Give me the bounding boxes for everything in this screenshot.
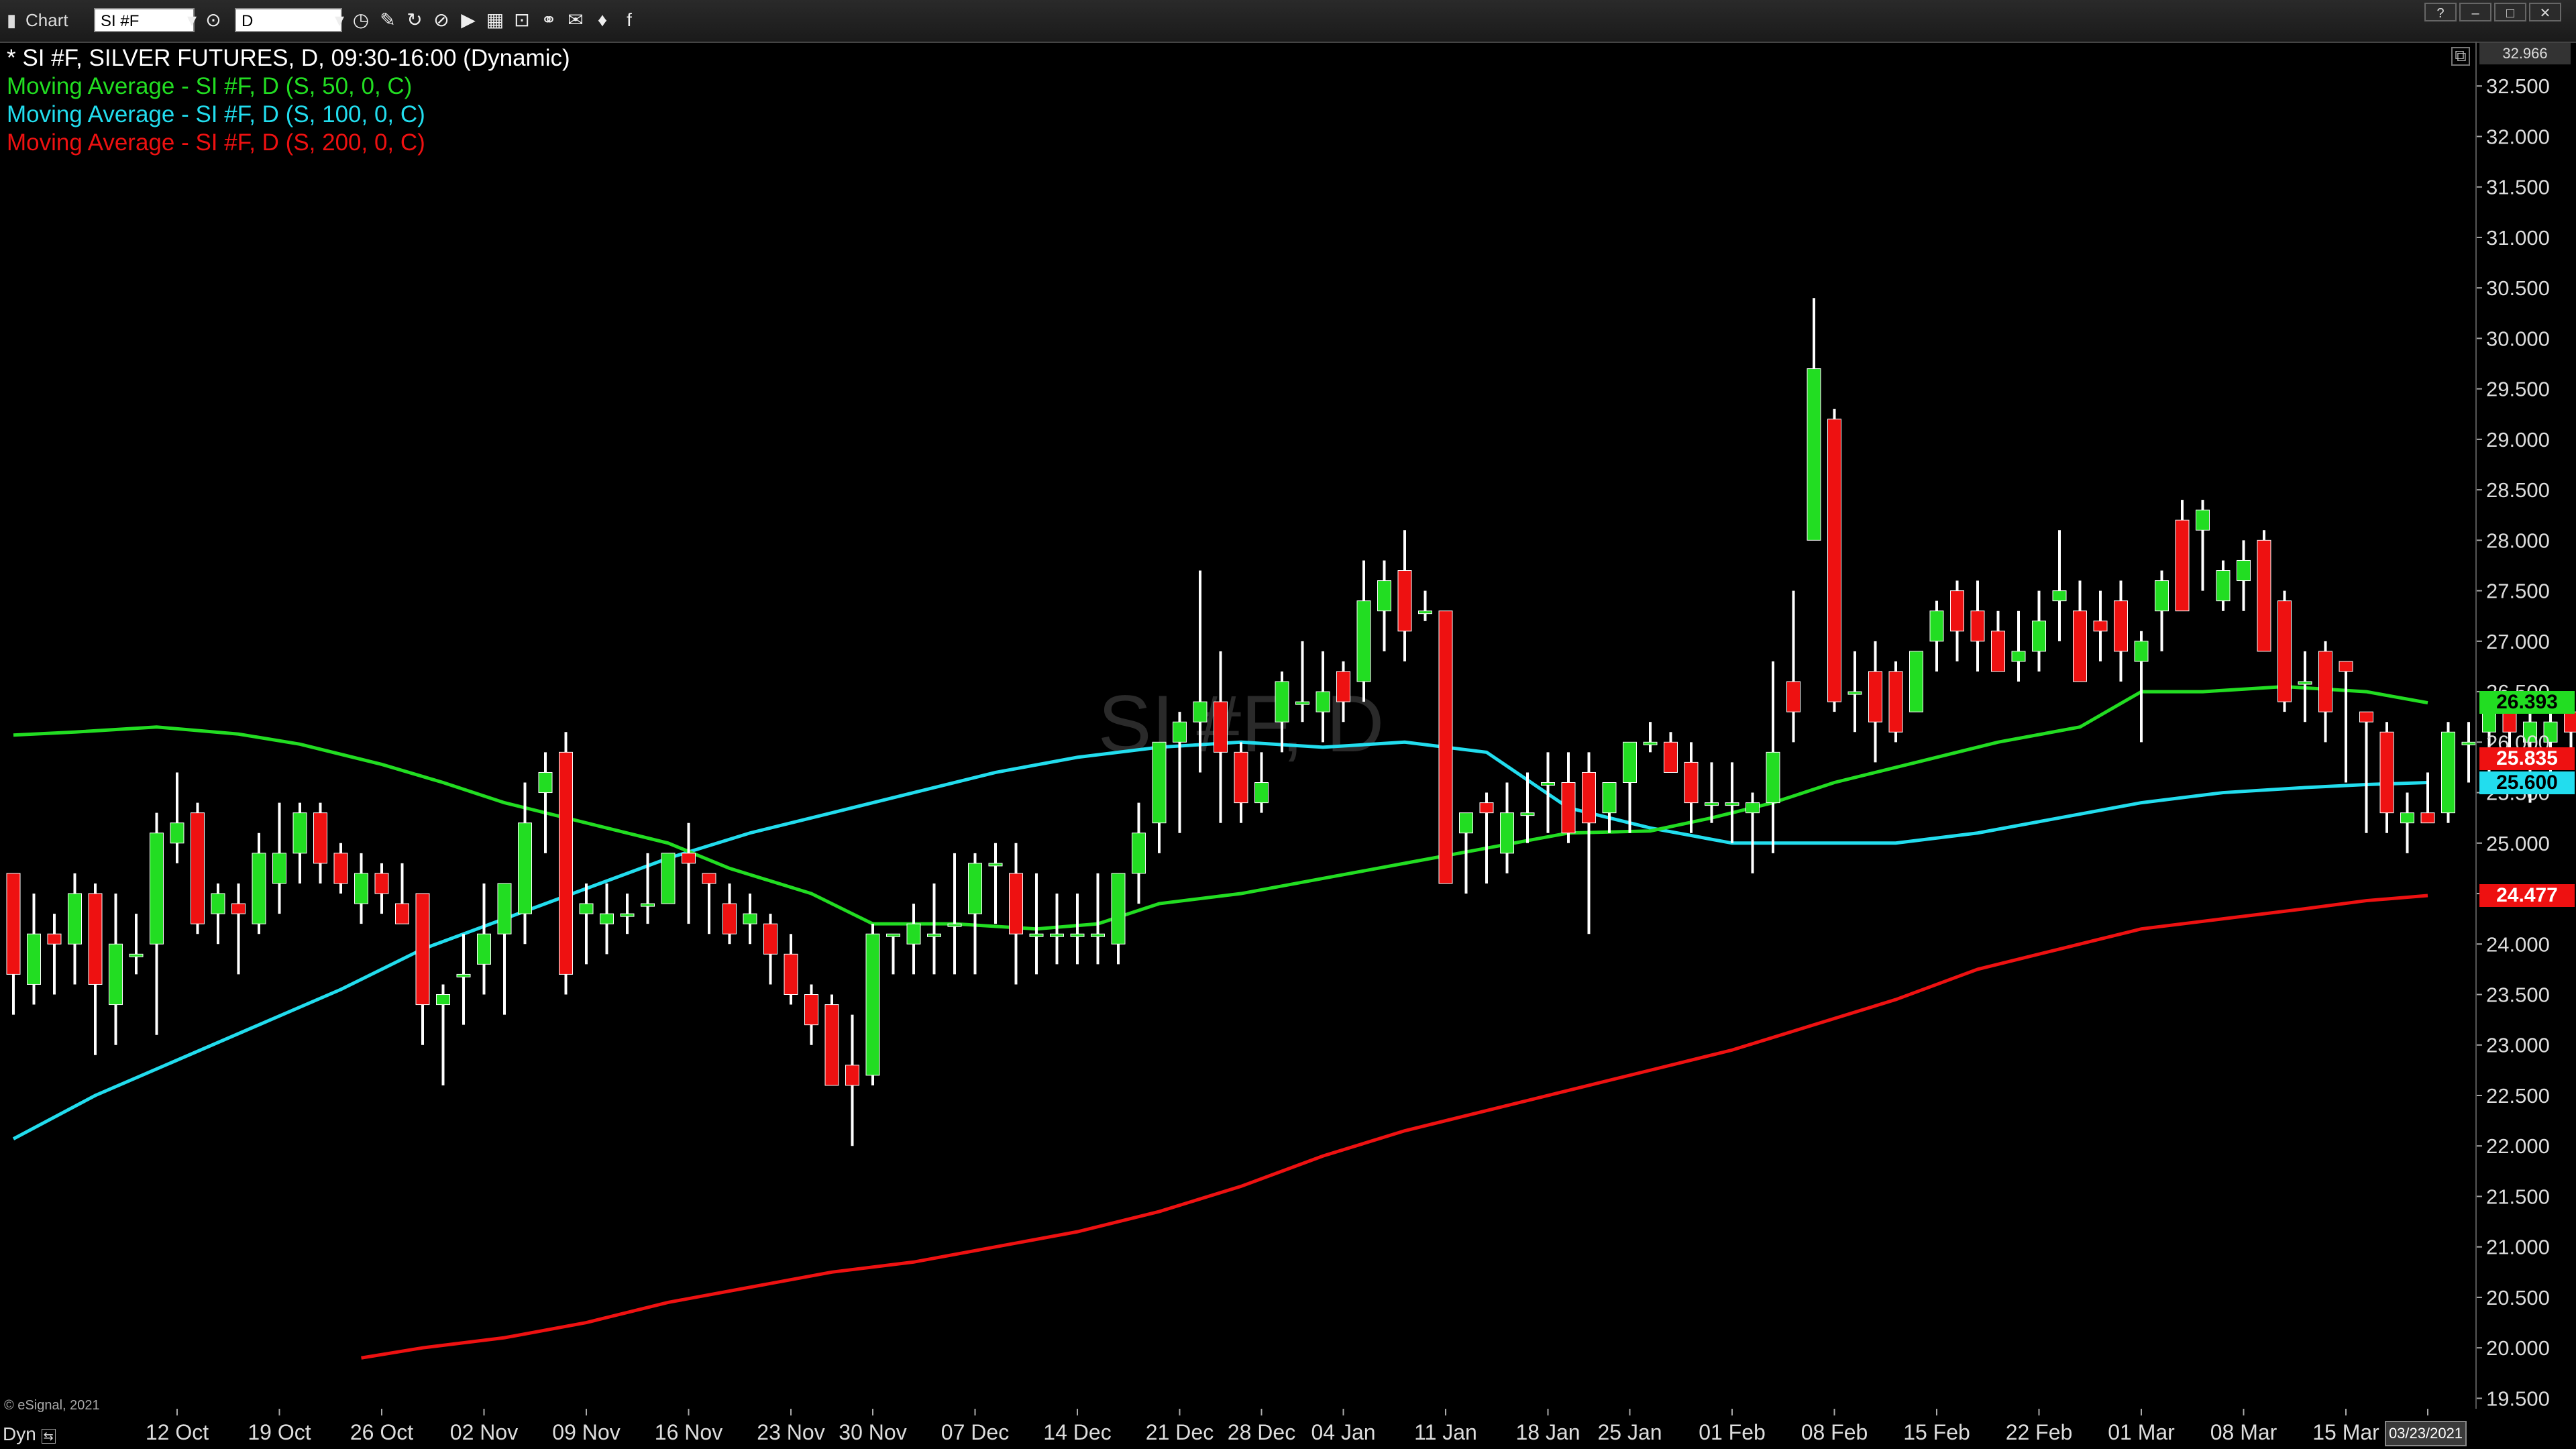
chart-menu-icon[interactable]: ⧉: [2451, 47, 2470, 66]
y-tick-label: 31.500: [2486, 176, 2550, 199]
y-tick-label: 25.000: [2486, 832, 2550, 855]
y-tick-label: 32.000: [2486, 125, 2550, 148]
candle-body: [2482, 711, 2496, 733]
y-tick-label: 23.500: [2486, 983, 2550, 1007]
x-tick-label: 28 Dec: [1228, 1420, 1295, 1444]
x-tick-label: 01 Feb: [1699, 1420, 1766, 1444]
y-tick-label: 28.500: [2486, 478, 2550, 502]
cursor-date-badge: 03/23/2021: [2385, 1421, 2467, 1446]
y-tick-label: 22.000: [2486, 1134, 2550, 1158]
x-tick-label: 15 Feb: [1903, 1420, 1970, 1444]
x-tick-label: 02 Nov: [450, 1420, 518, 1444]
y-tick-label: 24.000: [2486, 932, 2550, 956]
x-tick-label: 08 Feb: [1801, 1420, 1868, 1444]
x-tick-label: 23 Nov: [757, 1420, 824, 1444]
x-tick-label: 08 Mar: [2210, 1420, 2277, 1444]
candle-body: [2502, 711, 2517, 733]
y-tick-label: 31.000: [2486, 226, 2550, 250]
candle-body: [2564, 711, 2576, 733]
y-tick-label: 19.500: [2486, 1387, 2550, 1410]
y-tick-label: 27.000: [2486, 630, 2550, 653]
legend-ma100[interactable]: Moving Average - SI #F, D (S, 100, 0, C): [7, 101, 570, 129]
y-tick-label: 20.500: [2486, 1286, 2550, 1309]
ma50-price-label: 26.393: [2479, 691, 2575, 714]
ma200-price-label: 24.477: [2479, 884, 2575, 908]
x-tick-label: 16 Nov: [655, 1420, 722, 1444]
x-tick-label: 04 Jan: [1311, 1420, 1375, 1444]
x-tick-label: 21 Dec: [1146, 1420, 1214, 1444]
y-tick-label: 28.000: [2486, 529, 2550, 552]
legend-main-series[interactable]: * SI #F, SILVER FUTURES, D, 09:30-16:00 …: [7, 44, 570, 72]
x-tick-label: 19 Oct: [248, 1420, 311, 1444]
y-tick-label: 32.500: [2486, 74, 2550, 98]
x-tick-label: 22 Feb: [2006, 1420, 2073, 1444]
y-tick-label: 29.500: [2486, 378, 2550, 401]
y-tick-label: 22.500: [2486, 1084, 2550, 1108]
legend-ma200[interactable]: Moving Average - SI #F, D (S, 200, 0, C): [7, 129, 570, 157]
y-tick-label: 30.000: [2486, 327, 2550, 350]
dyn-label: Dyn: [3, 1424, 36, 1444]
x-tick-label: 15 Mar: [2312, 1420, 2379, 1444]
copyright-text: © eSignal, 2021: [4, 1398, 100, 1413]
y-tick-label: 30.500: [2486, 276, 2550, 300]
last-price-label: 25.835: [2479, 747, 2575, 771]
dyn-icon[interactable]: ⇆: [41, 1429, 56, 1444]
x-tick-label: 26 Oct: [350, 1420, 413, 1444]
x-tick-label: 18 Jan: [1515, 1420, 1580, 1444]
x-tick-label: 30 Nov: [839, 1420, 906, 1444]
x-tick-label: 14 Dec: [1043, 1420, 1111, 1444]
plot-frame: [0, 42, 2477, 1409]
y-tick-label: 21.000: [2486, 1236, 2550, 1259]
top-price-label: 32.966: [2479, 43, 2571, 64]
legend: * SI #F, SILVER FUTURES, D, 09:30-16:00 …: [7, 44, 570, 157]
x-tick-label: 07 Dec: [941, 1420, 1009, 1444]
y-tick-label: 29.000: [2486, 428, 2550, 451]
legend-ma50[interactable]: Moving Average - SI #F, D (S, 50, 0, C): [7, 72, 570, 101]
y-tick-label: 20.000: [2486, 1336, 2550, 1360]
y-tick-label: 23.000: [2486, 1034, 2550, 1057]
x-tick-label: 09 Nov: [552, 1420, 620, 1444]
y-tick-label: 21.500: [2486, 1185, 2550, 1208]
x-tick-label: 12 Oct: [146, 1420, 209, 1444]
ma100-price-label: 25.600: [2479, 771, 2575, 794]
dyn-toggle[interactable]: Dyn ⇆: [3, 1424, 56, 1445]
y-tick-label: 27.500: [2486, 580, 2550, 603]
x-tick-label: 25 Jan: [1597, 1420, 1662, 1444]
x-tick-label: 01 Mar: [2108, 1420, 2175, 1444]
x-tick-label: 11 Jan: [1414, 1420, 1477, 1444]
